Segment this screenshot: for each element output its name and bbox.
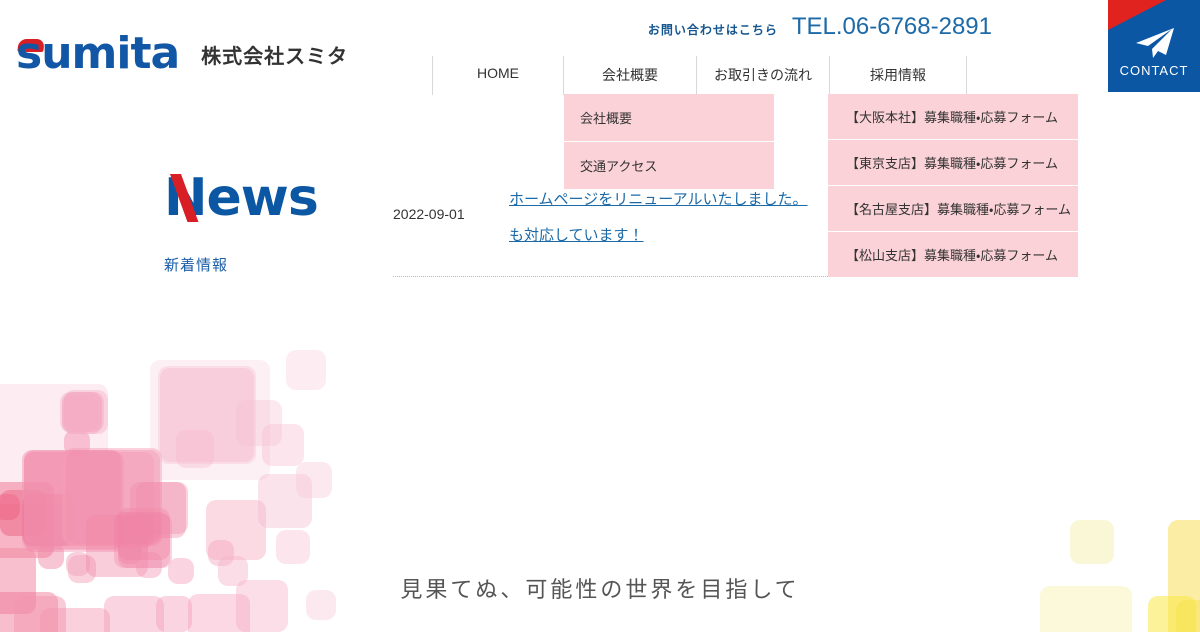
telephone-number[interactable]: TEL.06-6768-2891 [792,13,992,41]
news-item-date: 2022-09-01 [393,206,465,222]
hero-tagline: 見果てぬ、可能性の世界を目指して [400,577,800,602]
paper-plane-icon [1132,26,1176,65]
nav-item-company[interactable]: 会社概要 会社概要 交通アクセス [563,56,774,190]
nav-item-home[interactable]: HOME [432,56,563,95]
nav-link-home[interactable]: HOME [433,56,563,91]
company-name: 株式会社スミタ [201,45,349,68]
header-contact-info: お問い合わせはこちら TEL.06-6768-2891 [648,13,992,41]
nav-item-flow[interactable]: お取引きの流れ [696,56,829,95]
contact-button-label: CONTACT [1119,63,1189,78]
nav-link-company[interactable]: 会社概要 [564,56,696,95]
submenu-item-nagoya[interactable]: 【名古屋支店】募集職種・応募フォーム [828,186,1078,232]
news-heading-group: News 新着情報 [164,172,384,275]
sumita-logo[interactable]: sumita [16,32,180,76]
news-heading: News [164,172,384,224]
submenu-item-matsuyama[interactable]: 【松山支店】募集職種・応募フォーム [828,232,1078,278]
submenu-item-osaka[interactable]: 【大阪本社】募集職種・応募フォーム [828,94,1078,140]
site-header: sumita 株式会社スミタ お問い合わせはこちら TEL.06-6768-28… [0,0,1200,278]
submenu-item-company-outline[interactable]: 会社概要 [564,94,774,142]
news-subheading: 新着情報 [164,257,229,274]
submenu-recruit: 【大阪本社】募集職種・応募フォーム 【東京支店】募集職種・応募フォーム 【名古屋… [828,94,1078,278]
nav-link-recruit[interactable]: 採用情報 [830,56,966,95]
main-navigation: HOME 会社概要 会社概要 交通アクセス お取引きの流れ 採用情報 【大阪本社… [432,56,1078,278]
logo-text: sumita [16,28,180,79]
contact-button[interactable]: CONTACT [1108,0,1200,92]
nav-item-recruit[interactable]: 採用情報 【大阪本社】募集職種・応募フォーム 【東京支店】募集職種・応募フォーム… [828,56,1078,278]
page-root: sumita 株式会社スミタ お問い合わせはこちら TEL.06-6768-28… [0,0,1200,632]
nav-link-flow[interactable]: お取引きの流れ [697,56,829,95]
brand[interactable]: sumita 株式会社スミタ [16,32,348,76]
contact-label: お問い合わせはこちら [647,23,778,37]
submenu-company: 会社概要 交通アクセス [564,94,774,190]
submenu-item-access[interactable]: 交通アクセス [564,142,774,190]
submenu-item-tokyo[interactable]: 【東京支店】募集職種・応募フォーム [828,140,1078,186]
